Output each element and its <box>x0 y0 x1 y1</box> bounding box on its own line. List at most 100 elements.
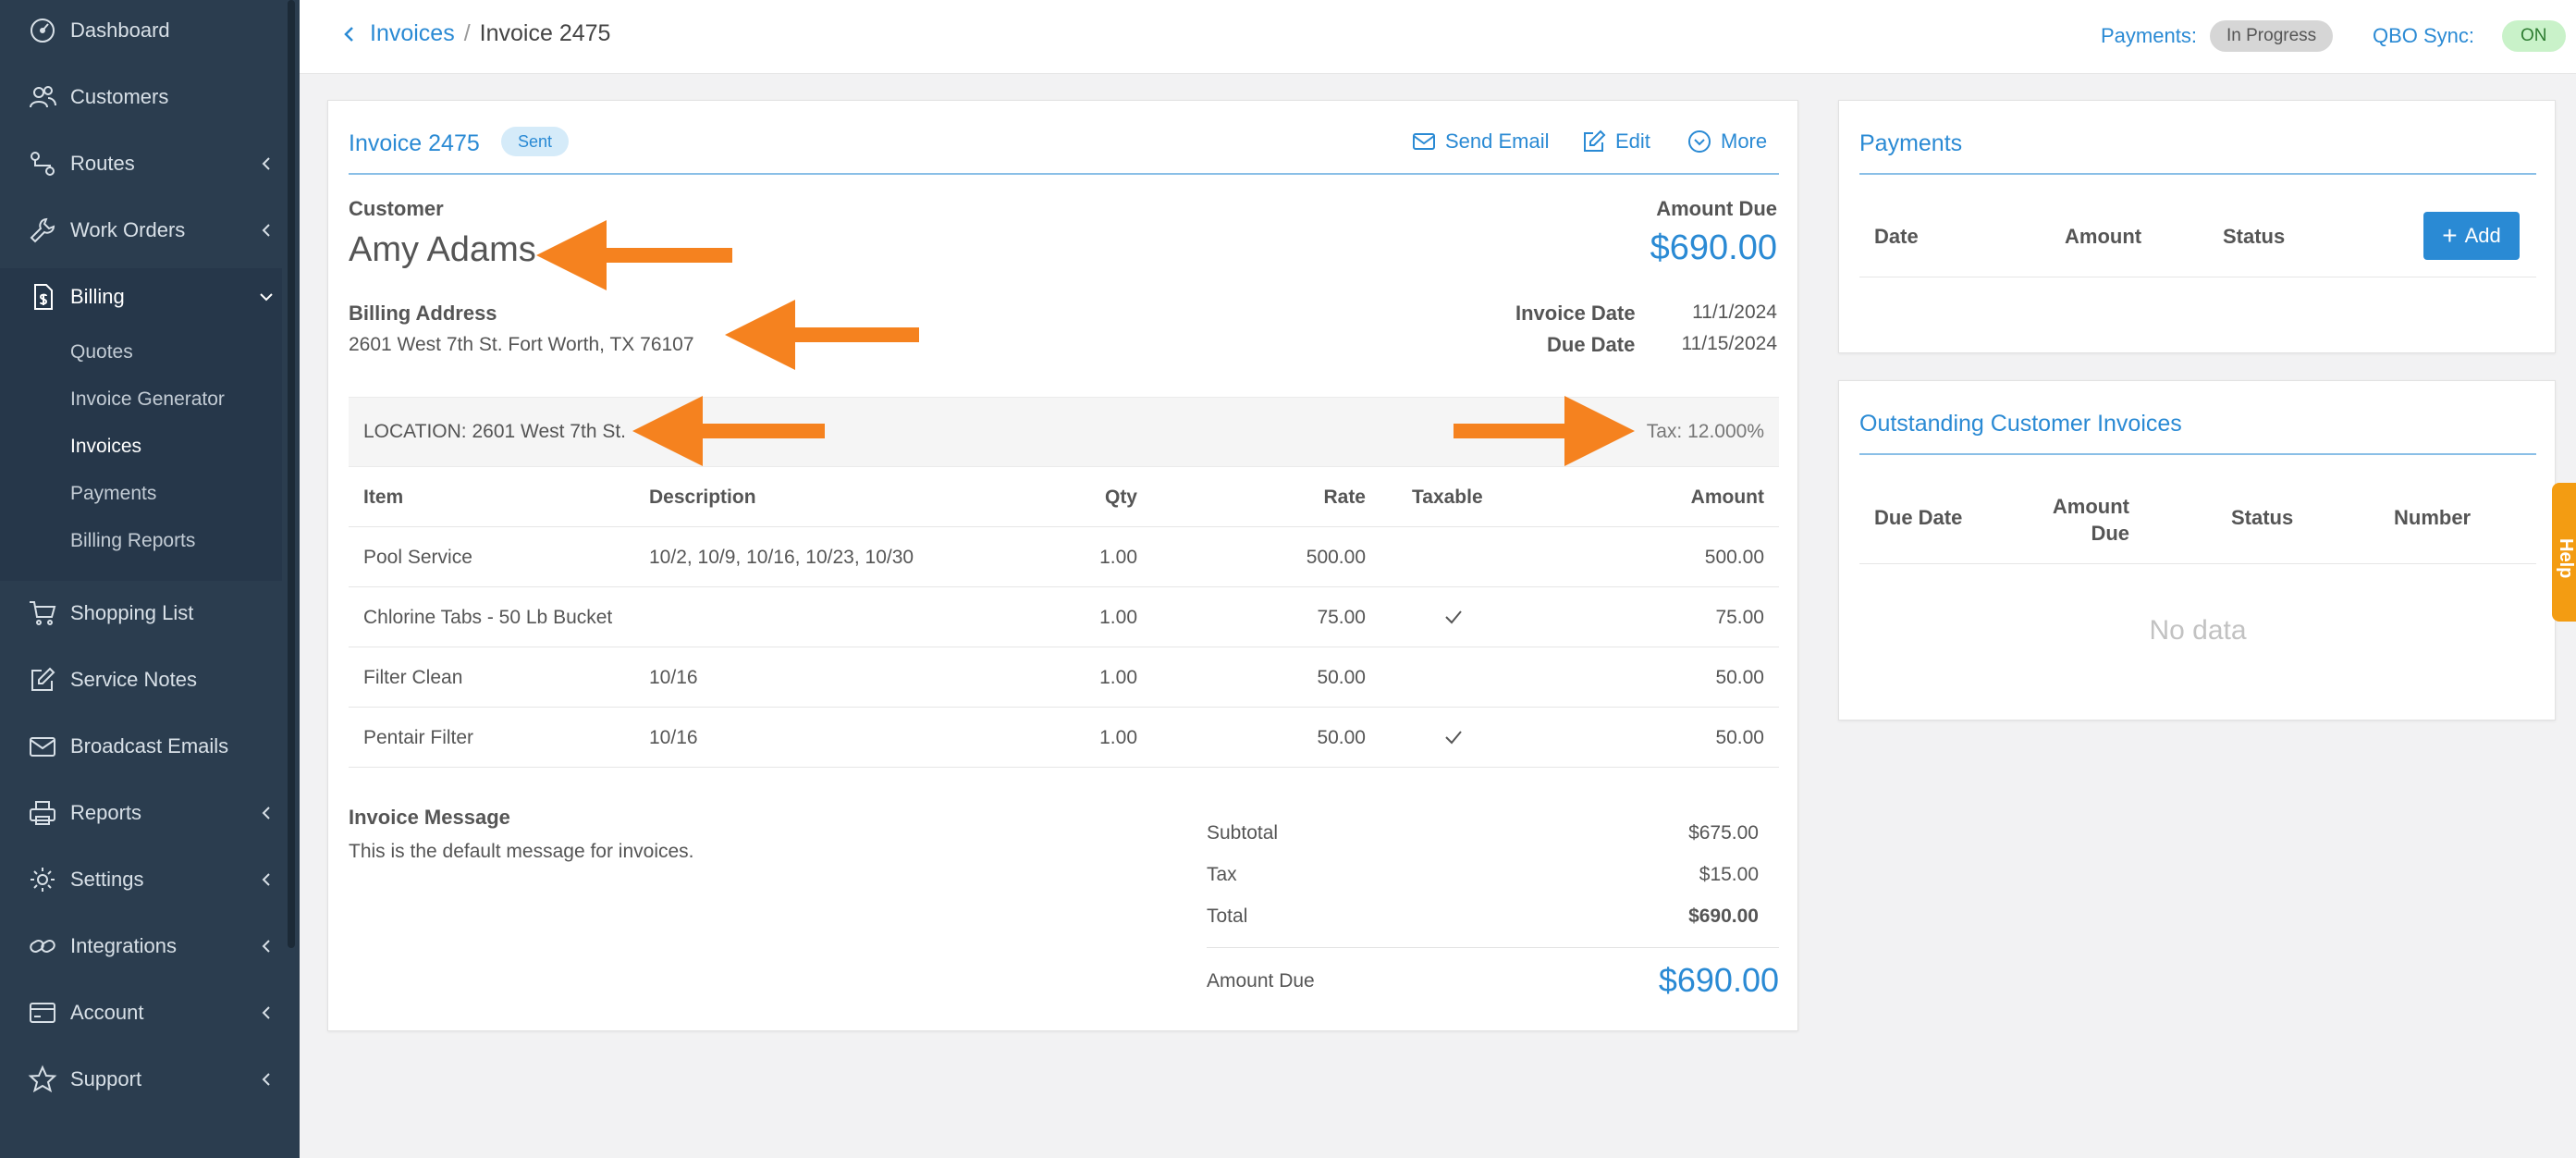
chevron-down-circle-icon <box>1688 130 1711 153</box>
sidebar-item-work-orders[interactable]: Work Orders <box>0 204 282 256</box>
item-qty: 1.00 <box>1099 667 1137 688</box>
cart-icon <box>28 598 57 628</box>
sidebar-item-label: Broadcast Emails <box>70 734 229 758</box>
more-button[interactable]: More <box>1687 126 1767 157</box>
breadcrumb-invoices-link[interactable]: Invoices <box>370 20 455 47</box>
sidebar-item-label: Settings <box>70 868 144 891</box>
customer-label: Customer <box>349 197 444 220</box>
link-icon <box>28 931 57 961</box>
item-amount: 50.00 <box>1715 727 1764 748</box>
sidebar-item-broadcast-emails[interactable]: Broadcast Emails <box>0 721 282 772</box>
sidebar-item-label: Service Notes <box>70 668 197 691</box>
item-description: 10/16 <box>649 727 698 748</box>
item-rate: 50.00 <box>1317 727 1366 748</box>
table-row: Pool Service 10/2, 10/9, 10/16, 10/23, 1… <box>349 527 1779 587</box>
sidebar-item-shopping-list[interactable]: Shopping List <box>0 587 282 639</box>
chevron-left-icon[interactable] <box>342 23 359 45</box>
item-description: 10/2, 10/9, 10/16, 10/23, 10/30 <box>649 547 914 568</box>
mail-icon <box>1413 133 1435 150</box>
help-tab[interactable]: Help <box>2552 483 2576 622</box>
outstanding-column-number: Number <box>2394 506 2472 529</box>
footer-amount-due-value: $690.00 <box>1658 961 1779 999</box>
item-amount: 50.00 <box>1715 667 1764 688</box>
sidebar-item-settings[interactable]: Settings <box>0 854 282 905</box>
total-row: Total $690.00 <box>1207 896 1779 938</box>
sidebar: Dashboard Customers Routes Work Orders B… <box>0 0 300 1158</box>
amount-due-label: Amount Due <box>1656 197 1777 220</box>
due-date-label: Due Date <box>1547 333 1636 356</box>
sidebar-item-label: Work Orders <box>70 218 186 241</box>
sidebar-subitem-billing-reports[interactable]: Billing Reports <box>70 530 195 552</box>
item-rate: 500.00 <box>1306 547 1366 568</box>
item-name: Chlorine Tabs - 50 Lb Bucket <box>363 607 613 628</box>
help-label: Help <box>2556 538 2576 579</box>
chevron-left-icon <box>257 154 276 173</box>
item-qty: 1.00 <box>1099 547 1137 568</box>
plus-icon: + <box>2442 221 2458 250</box>
sidebar-scrollbar[interactable] <box>288 0 295 948</box>
wrench-icon <box>28 216 57 245</box>
sidebar-subitem-payments[interactable]: Payments <box>70 483 156 505</box>
routes-icon <box>28 149 57 179</box>
sidebar-item-label: Reports <box>70 801 142 824</box>
item-name: Pool Service <box>363 547 472 568</box>
edit-icon <box>28 665 57 695</box>
sidebar-item-reports[interactable]: Reports <box>0 787 282 839</box>
totals-block: Subtotal $675.00 Tax $15.00 Total $690.0… <box>1207 813 1779 1013</box>
taxable-check-icon <box>1442 606 1465 628</box>
column-header-taxable: Taxable <box>1412 487 1483 508</box>
annotation-arrow-tax <box>1454 396 1635 466</box>
amount-due-value: $690.00 <box>1650 228 1777 267</box>
total-label: Total <box>1207 905 1248 927</box>
invoice-title: Invoice 2475 <box>349 130 480 156</box>
sidebar-item-integrations[interactable]: Integrations <box>0 920 282 972</box>
outstanding-invoices-card: Outstanding Customer Invoices Due Date A… <box>1838 380 2556 721</box>
sidebar-item-label: Billing <box>70 285 125 308</box>
column-header-rate: Rate <box>1323 487 1366 508</box>
send-email-label: Send Email <box>1445 129 1550 153</box>
payments-column-date: Date <box>1874 225 1919 248</box>
payments-card: Payments Date Amount Status + Add <box>1838 100 2556 353</box>
amount-due-row: Amount Due $690.00 <box>1207 948 1779 1013</box>
customers-icon <box>28 82 57 112</box>
breadcrumb-separator: / <box>463 20 471 46</box>
outstanding-column-status: Status <box>2231 506 2294 529</box>
tax-rate-text: Tax: 12.000% <box>1646 421 1764 442</box>
star-icon <box>28 1065 57 1094</box>
top-bar: Invoices / Invoice 2475 Payments: In Pro… <box>300 0 2576 74</box>
table-header: Item Description Qty Rate Taxable Amount <box>349 467 1779 527</box>
outstanding-title-divider <box>1859 453 2536 455</box>
printer-icon <box>28 798 57 828</box>
column-header-description: Description <box>649 487 756 508</box>
footer-amount-due-label: Amount Due <box>1207 970 1315 992</box>
sync-status-area: Payments: In Progress QBO Sync: ON <box>2095 18 2576 55</box>
due-date-value: 11/15/2024 <box>1681 333 1777 354</box>
sidebar-subitem-invoices[interactable]: Invoices <box>70 436 141 458</box>
payments-column-amount: Amount <box>2065 225 2142 248</box>
edit-button[interactable]: Edit <box>1582 126 1650 157</box>
sidebar-item-routes[interactable]: Routes <box>0 138 282 190</box>
sidebar-item-billing[interactable]: Billing <box>0 271 282 323</box>
sidebar-item-account[interactable]: Account <box>0 987 282 1039</box>
sidebar-item-support[interactable]: Support <box>0 1053 282 1105</box>
breadcrumb-current: Invoice 2475 <box>479 20 611 46</box>
item-description: 10/16 <box>649 667 698 688</box>
table-row: Chlorine Tabs - 50 Lb Bucket 1.00 75.00 … <box>349 587 1779 647</box>
outstanding-column-due-date: Due Date <box>1874 506 1963 529</box>
item-rate: 50.00 <box>1317 667 1366 688</box>
chevron-left-icon <box>257 870 276 889</box>
sidebar-subitem-invoice-generator[interactable]: Invoice Generator <box>70 388 225 411</box>
line-items-table: Item Description Qty Rate Taxable Amount… <box>349 467 1779 768</box>
send-email-button[interactable]: Send Email <box>1412 126 1550 157</box>
sidebar-item-customers[interactable]: Customers <box>0 71 282 123</box>
sidebar-subitem-quotes[interactable]: Quotes <box>70 341 133 363</box>
annotation-arrow-location <box>632 396 825 466</box>
tax-label: Tax <box>1207 864 1237 885</box>
subtotal-row: Subtotal $675.00 <box>1207 813 1779 855</box>
sidebar-item-service-notes[interactable]: Service Notes <box>0 654 282 706</box>
breadcrumb: Invoices / Invoice 2475 <box>342 20 610 47</box>
sidebar-item-label: Customers <box>70 85 169 108</box>
table-row: Filter Clean 10/16 1.00 50.00 50.00 <box>349 647 1779 708</box>
add-payment-button[interactable]: + Add <box>2423 212 2520 260</box>
sidebar-item-dashboard[interactable]: Dashboard <box>0 5 282 56</box>
